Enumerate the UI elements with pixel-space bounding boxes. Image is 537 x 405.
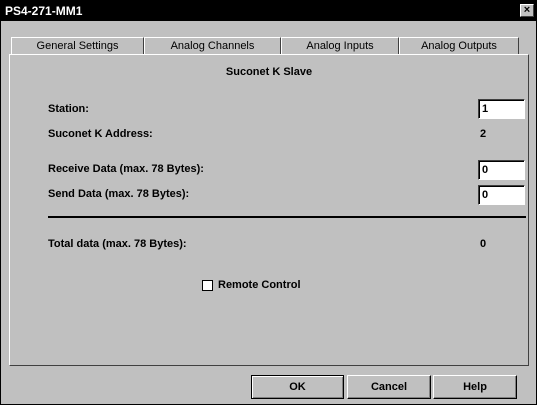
cancel-button[interactable]: Cancel (347, 375, 431, 399)
tab-label: Analog Channels (170, 40, 255, 52)
tab-label: Analog Outputs (421, 40, 497, 52)
divider (48, 216, 526, 218)
help-button[interactable]: Help (433, 375, 517, 399)
send-data-label: Send Data (max. 78 Bytes): (48, 188, 190, 200)
title-bar: PS4-271-MM1 × (1, 1, 536, 21)
tab-label: General Settings (36, 40, 119, 52)
station-label: Station: (48, 103, 89, 115)
close-icon[interactable]: × (520, 4, 534, 17)
station-input[interactable] (478, 99, 525, 119)
suconet-address-value: 2 (480, 128, 487, 140)
tab-label: Analog Inputs (306, 40, 374, 52)
receive-data-input[interactable] (478, 160, 525, 180)
tab-analog-outputs[interactable]: Analog Outputs (399, 37, 519, 55)
receive-data-label: Receive Data (max. 78 Bytes): (48, 163, 204, 175)
tab-panel: Suconet K Slave Station: Suconet K Addre… (9, 54, 529, 366)
tab-bar: General Settings Analog Channels Analog … (11, 37, 531, 55)
checkbox-box[interactable] (202, 279, 213, 291)
tab-analog-channels[interactable]: Analog Channels (144, 37, 281, 55)
tab-analog-inputs[interactable]: Analog Inputs (281, 37, 399, 55)
ok-button[interactable]: OK (251, 375, 344, 399)
window-title: PS4-271-MM1 (5, 4, 83, 18)
total-data-label: Total data (max. 78 Bytes): (48, 238, 187, 250)
dialog-window: PS4-271-MM1 × General Settings Analog Ch… (0, 0, 537, 405)
panel-title: Suconet K Slave (225, 66, 313, 78)
remote-control-checkbox[interactable]: Remote Control (202, 279, 301, 291)
send-data-input[interactable] (478, 185, 525, 205)
total-data-value: 0 (480, 238, 487, 250)
suconet-address-label: Suconet K Address: (48, 128, 153, 140)
tab-general-settings[interactable]: General Settings (11, 37, 144, 55)
remote-control-label: Remote Control (218, 279, 301, 291)
